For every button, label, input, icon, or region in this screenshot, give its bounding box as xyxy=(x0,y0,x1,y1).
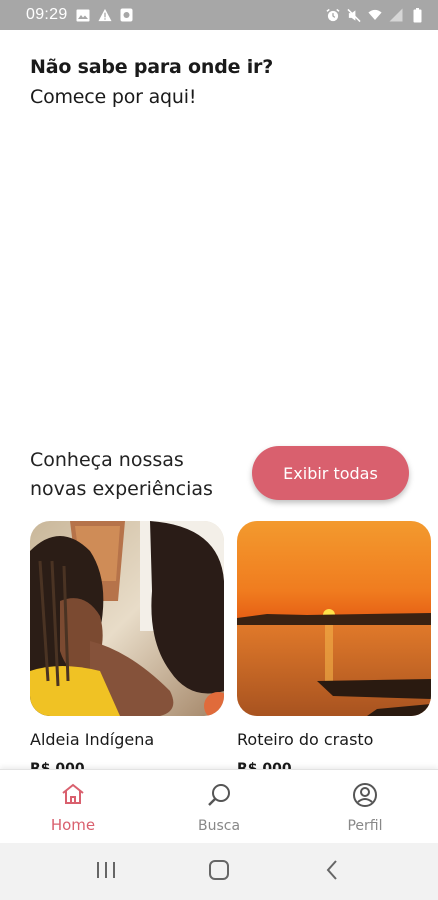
wifi-icon xyxy=(368,8,382,22)
warning-icon xyxy=(98,8,112,22)
page-subheadline: Comece por aqui! xyxy=(30,86,197,108)
signal-icon xyxy=(389,8,403,22)
status-right xyxy=(326,7,424,22)
experience-card[interactable]: Roteiro do crasto R$ 000 xyxy=(237,521,431,769)
status-time: 09:29 xyxy=(26,6,68,23)
battery-icon xyxy=(410,7,424,22)
experience-card-image[interactable] xyxy=(237,521,431,716)
experience-card-title: Aldeia Indígena xyxy=(30,730,155,749)
experience-card-image[interactable] xyxy=(30,521,224,716)
recent-apps-button[interactable] xyxy=(86,852,126,892)
nav-item-search[interactable]: Busca xyxy=(146,770,292,843)
bottom-navigation: Home Busca Perfil xyxy=(0,769,438,843)
experience-carousel[interactable]: Aldeia Indígena R$ 000 Roteiro do crasto… xyxy=(0,521,438,769)
app-notification-icon xyxy=(120,8,134,22)
experience-card-price: R$ 000 xyxy=(237,761,292,769)
section-title-experiences: Conheça nossas novas experiências xyxy=(30,449,213,500)
search-icon xyxy=(206,782,232,812)
status-left: 09:29 xyxy=(26,6,134,24)
profile-icon xyxy=(352,782,378,812)
nav-item-home[interactable]: Home xyxy=(0,770,146,843)
home-system-button[interactable] xyxy=(199,852,239,892)
home-icon xyxy=(60,782,86,810)
nav-label-home: Home xyxy=(50,816,96,834)
experience-card-title: Roteiro do crasto xyxy=(237,730,374,749)
alarm-icon xyxy=(326,8,340,22)
system-navigation-bar xyxy=(0,843,438,900)
mute-icon xyxy=(347,8,361,22)
recent-apps-icon xyxy=(95,861,117,883)
page-headline: Não sabe para onde ir? xyxy=(30,56,274,78)
nav-item-profile[interactable]: Perfil xyxy=(292,770,438,843)
image-icon xyxy=(76,8,90,22)
experience-card[interactable]: Aldeia Indígena R$ 000 xyxy=(30,521,224,769)
back-chevron-icon xyxy=(325,859,339,885)
nav-label-search: Busca xyxy=(197,818,241,834)
back-button[interactable] xyxy=(312,852,352,892)
home-square-icon xyxy=(208,859,230,885)
show-all-button[interactable]: Exibir todas xyxy=(252,446,409,500)
experience-card-price: R$ 000 xyxy=(30,761,85,769)
nav-label-profile: Perfil xyxy=(347,818,383,834)
status-bar: 09:29 xyxy=(0,0,438,30)
